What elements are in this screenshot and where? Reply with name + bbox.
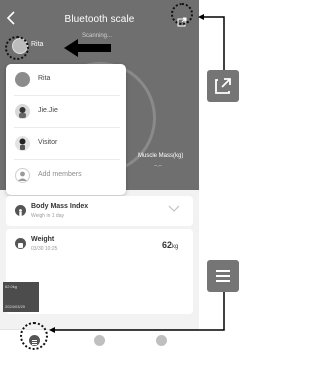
bmi-subtitle: Weigh in 1 day bbox=[31, 213, 64, 219]
weight-title: Weight bbox=[31, 236, 55, 243]
dropdown-item-label: Jie.Jie bbox=[38, 107, 58, 114]
share-icon bbox=[215, 78, 231, 94]
weight-icon bbox=[15, 238, 26, 249]
muscle-mass-value: --.-- bbox=[154, 163, 163, 169]
bmi-title: Body Mass Index bbox=[31, 203, 89, 210]
page-title: Bluetooth scale bbox=[64, 14, 135, 25]
annotation-circle-share bbox=[171, 3, 193, 25]
annotation-circle-nav bbox=[20, 322, 48, 350]
top-bar: Bluetooth scale bbox=[0, 8, 199, 32]
add-members-button[interactable]: Add members bbox=[6, 160, 126, 191]
annotation-circle-avatar bbox=[5, 36, 29, 60]
weight-history-bar[interactable]: 62.0kg 2024/03/29 bbox=[3, 282, 39, 312]
bmi-icon bbox=[15, 205, 26, 216]
weight-unit: kg bbox=[172, 244, 179, 250]
bar-date-label: 2024/03/29 bbox=[5, 304, 26, 309]
add-member-icon bbox=[15, 168, 30, 183]
muscle-mass-label: Muscle Mass(kg) bbox=[138, 153, 184, 159]
list-icon bbox=[216, 270, 230, 282]
user-dropdown-menu: Rita Jie.Jie Visitor Add members bbox=[6, 64, 126, 195]
dropdown-item-label: Rita bbox=[38, 75, 51, 82]
list-callout-button bbox=[207, 260, 239, 292]
avatar bbox=[15, 104, 30, 119]
chevron-down-icon[interactable] bbox=[168, 205, 180, 212]
dropdown-item-jiejie[interactable]: Jie.Jie bbox=[6, 96, 126, 127]
avatar bbox=[15, 72, 30, 87]
bmi-card[interactable]: Body Mass Index Weigh in 1 day bbox=[6, 196, 193, 226]
avatar bbox=[15, 136, 30, 151]
clock-icon[interactable] bbox=[94, 335, 105, 346]
dropdown-item-rita[interactable]: Rita bbox=[6, 64, 126, 95]
dropdown-item-visitor[interactable]: Visitor bbox=[6, 128, 126, 159]
pointer-arrow-icon bbox=[64, 39, 111, 57]
dropdown-item-label: Add members bbox=[38, 171, 82, 178]
weight-value: 62kg bbox=[162, 240, 178, 250]
profile-icon[interactable] bbox=[156, 335, 167, 346]
current-user-name: Rita bbox=[31, 41, 44, 48]
dropdown-item-label: Visitor bbox=[38, 139, 58, 146]
weight-date: 03/30 10:25 bbox=[31, 246, 58, 252]
share-callout-button bbox=[207, 70, 239, 102]
phone-screen: Bluetooth scale Scanning... Rita Muscle … bbox=[0, 0, 199, 351]
bar-value-label: 62.0kg bbox=[5, 284, 18, 289]
weight-number: 62 bbox=[162, 240, 173, 250]
